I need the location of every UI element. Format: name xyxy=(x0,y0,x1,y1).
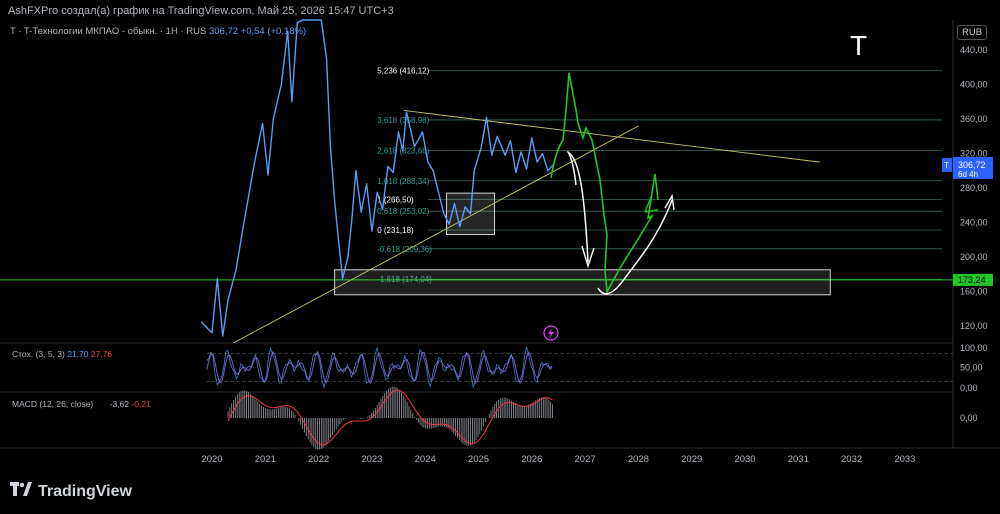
stochastic-legend: Стох. (3, 5, 3) 21,70 27,76 xyxy=(12,349,113,359)
macd-value: -3,62 xyxy=(109,399,129,409)
y-tick-label: 440,00 xyxy=(960,45,988,55)
x-tick-label: 2025 xyxy=(468,454,489,465)
price-tag-symbol: T xyxy=(944,161,949,170)
stoch-y-tick-label: 0,00 xyxy=(960,383,978,393)
x-tick-label: 2026 xyxy=(521,454,542,465)
y-tick-label: 200,00 xyxy=(960,252,988,262)
fib-level-label: 0,618 (253,02) xyxy=(377,207,429,216)
last-price-label: 306,72 xyxy=(958,160,986,170)
tradingview-brand-name: TradingView xyxy=(38,482,132,500)
chart-canvas[interactable]: 5,236 (416,12)3,618 (358,98)2,618 (323,6… xyxy=(0,0,1000,514)
arrowhead-green xyxy=(644,194,659,213)
x-tick-label: 2030 xyxy=(734,454,755,465)
y-tick-label: 400,00 xyxy=(960,80,988,90)
stoch-y-tick-label: 50,00 xyxy=(960,363,983,373)
x-tick-label: 2031 xyxy=(788,454,809,465)
falling-trendline[interactable] xyxy=(403,109,820,163)
y-tick-label: 120,00 xyxy=(960,321,988,331)
symbol-info-line: T · T-Технологии МКПАО - обыкн. · 1H · R… xyxy=(10,26,306,37)
macd-signal-value: -0,21 xyxy=(131,399,151,409)
x-tick-label: 2021 xyxy=(255,454,276,465)
x-tick-label: 2020 xyxy=(201,454,222,465)
x-tick-label: 2023 xyxy=(361,454,382,465)
y-tick-label: 240,00 xyxy=(960,217,988,227)
fib-level-label: 5,236 (416,12) xyxy=(377,67,429,76)
y-tick-label: 280,00 xyxy=(960,183,988,193)
fib-level-label: 0 (231,18) xyxy=(377,226,414,235)
fib-level-label: -0,618 (209,36) xyxy=(377,245,432,254)
y-tick-label: 360,00 xyxy=(960,114,988,124)
support-price-label: 173,24 xyxy=(958,275,986,285)
fib-level-label: 3,618 (358,98) xyxy=(377,116,429,125)
lightning-icon-bolt xyxy=(548,328,554,339)
bar-countdown-label: 6d 4h xyxy=(958,170,978,179)
x-tick-label: 2027 xyxy=(575,454,596,465)
x-tick-label: 2029 xyxy=(681,454,702,465)
tradingview-logo-icon xyxy=(10,482,32,501)
last-price: 306,72 xyxy=(208,26,239,37)
demand-zone-box[interactable] xyxy=(334,269,831,296)
drop-projection-path[interactable] xyxy=(567,151,589,263)
stoch-d-line xyxy=(206,350,553,385)
chart-author-header: AshFXPro создал(а) график на TradingView… xyxy=(8,5,394,17)
stoch-k-value: 21,70 xyxy=(67,349,89,359)
price-change: +0,54 (+0,18%) xyxy=(240,26,307,37)
rising-trendline[interactable] xyxy=(233,125,639,344)
x-tick-label: 2022 xyxy=(308,454,329,465)
stoch-y-tick-label: 100,00 xyxy=(960,343,988,353)
stoch-d-value: 27,76 xyxy=(90,349,113,359)
macd-legend: MACD (12, 26, close) -3,62 -0,21 xyxy=(12,399,151,409)
x-tick-label: 2033 xyxy=(894,454,915,465)
tradingview-brand[interactable]: TradingView xyxy=(10,482,132,501)
currency-button[interactable]: RUB xyxy=(957,25,988,40)
ticker-big-label: T xyxy=(850,30,868,61)
x-tick-label: 2028 xyxy=(628,454,649,465)
x-tick-label: 2032 xyxy=(841,454,862,465)
x-tick-label: 2024 xyxy=(415,454,436,465)
lightning-icon[interactable] xyxy=(543,325,559,341)
bullish-projection-path[interactable] xyxy=(550,72,659,295)
macd-y-tick-label: 0,00 xyxy=(960,413,978,423)
y-tick-label: 160,00 xyxy=(960,286,988,296)
symbol-name: T · T-Технологии МКПАО - обыкн. · 1H · R… xyxy=(10,26,207,37)
